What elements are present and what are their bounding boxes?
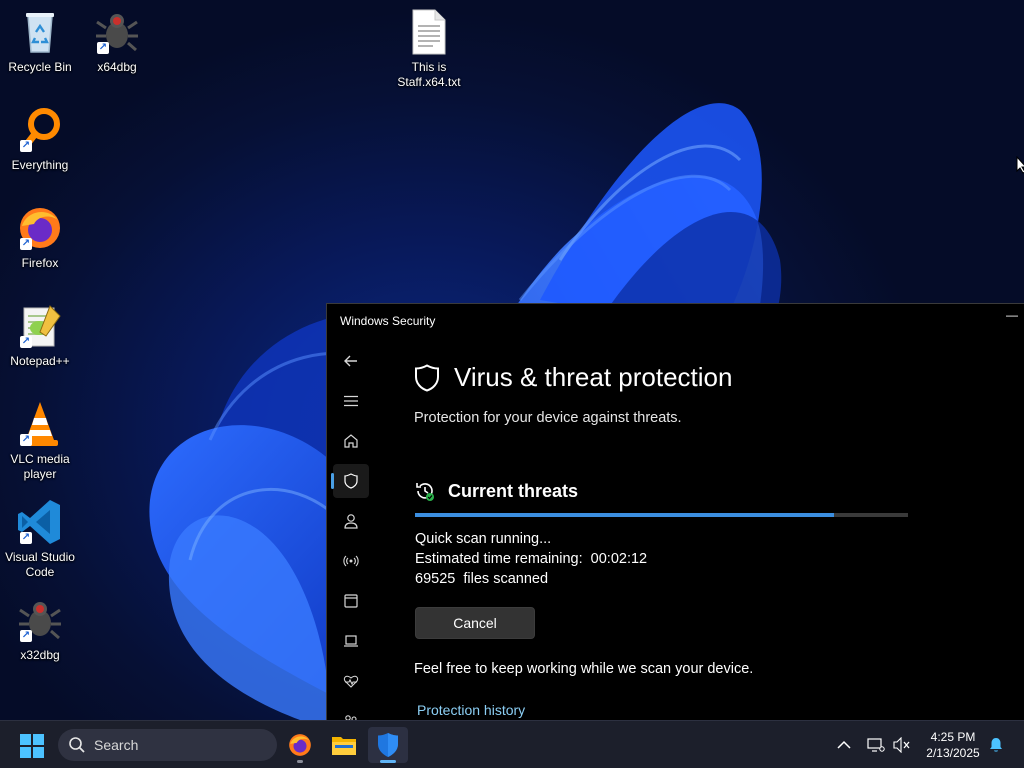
bug-icon: ↗ — [16, 596, 64, 644]
taskbar-clock[interactable]: 4:25 PM 2/13/2025 — [920, 729, 986, 761]
firefox-icon — [289, 734, 311, 756]
show-hidden-icons-button[interactable] — [834, 735, 854, 755]
notifications-button[interactable] — [986, 735, 1006, 755]
nav-virus-threat-protection[interactable] — [331, 464, 369, 498]
volume-muted-icon — [893, 737, 910, 753]
nav-home[interactable] — [333, 424, 369, 458]
window-title: Windows Security — [340, 314, 436, 328]
minimize-button[interactable]: — — [1002, 308, 1022, 326]
nav-device-security[interactable] — [333, 624, 369, 658]
vlc-cone-icon: ↗ — [16, 400, 64, 448]
notepad-plus-plus-icon: ↗ — [16, 302, 64, 350]
search-icon — [69, 737, 85, 753]
folder-icon — [332, 737, 356, 755]
desktop-icon-text-file[interactable]: This is Staff.x64.txt — [389, 8, 469, 90]
protection-history-link[interactable]: Protection history — [417, 702, 525, 718]
bug-icon: ↗ — [93, 8, 141, 56]
family-icon — [345, 715, 357, 720]
mouse-cursor-icon — [1016, 156, 1024, 174]
cancel-scan-button[interactable]: Cancel — [415, 607, 535, 639]
page-subtitle: Protection for your device against threa… — [414, 410, 682, 426]
nav-device-performance-health[interactable] — [333, 664, 369, 698]
desktop-icon-everything[interactable]: ↗ Everything — [0, 106, 80, 173]
back-button[interactable] — [333, 344, 369, 378]
nav-firewall-network[interactable] — [333, 544, 369, 578]
scan-files-scanned: 69525 files scanned — [415, 571, 549, 587]
vscode-icon: ↗ — [16, 498, 64, 546]
desktop-icon-x32dbg[interactable]: ↗ x32dbg — [0, 596, 80, 663]
windows-security-window: Windows Security — Virus & threat protec… — [326, 303, 1024, 720]
desktop-icon-vlc[interactable]: ↗ VLC media player — [0, 400, 80, 482]
running-indicator — [297, 760, 303, 763]
account-icon — [344, 514, 358, 529]
volume-button[interactable] — [892, 735, 912, 755]
taskbar: Search 4:25 PM 2/13/2025 — [0, 720, 1024, 768]
windows-logo-icon — [20, 734, 44, 758]
nav-account-protection[interactable] — [333, 504, 369, 538]
clock-time: 4:25 PM — [930, 730, 976, 744]
start-button[interactable] — [20, 734, 44, 758]
windows-security-shield-icon — [378, 733, 398, 757]
home-icon — [344, 434, 358, 448]
page-title: Virus & threat protection — [454, 362, 733, 392]
nav-rail — [327, 344, 371, 720]
taskbar-app-file-explorer[interactable] — [324, 727, 364, 763]
scan-progress-bar — [415, 513, 908, 517]
shield-icon — [344, 473, 358, 489]
bell-icon — [990, 738, 1002, 752]
taskbar-app-windows-security[interactable] — [368, 727, 408, 763]
current-threats-header: Current threats — [414, 480, 578, 502]
scan-status-text: Quick scan running... — [415, 531, 552, 547]
scan-history-icon — [416, 483, 434, 501]
desktop-icon-notepad-plus-plus[interactable]: ↗ Notepad++ — [0, 302, 80, 369]
shortcut-arrow-icon: ↗ — [97, 42, 109, 54]
shortcut-arrow-icon: ↗ — [20, 532, 32, 544]
network-icon — [343, 555, 359, 567]
desktop-icon-vscode[interactable]: ↗ Visual Studio Code — [0, 498, 80, 580]
clock-date: 2/13/2025 — [926, 746, 980, 760]
nav-app-browser-control[interactable] — [333, 584, 369, 618]
chevron-up-icon — [837, 740, 851, 749]
hamburger-menu-icon — [344, 395, 358, 407]
scan-progress-fill — [415, 513, 835, 517]
menu-button[interactable] — [333, 384, 369, 418]
shield-icon — [415, 363, 439, 392]
network-monitor-icon — [867, 738, 885, 752]
desktop-icon-x64dbg[interactable]: ↗ x64dbg — [77, 8, 157, 75]
firefox-icon: ↗ — [16, 204, 64, 252]
nav-family-options[interactable] — [333, 704, 369, 720]
magnifier-icon: ↗ — [16, 106, 64, 154]
running-indicator — [380, 760, 396, 763]
shortcut-arrow-icon: ↗ — [20, 630, 32, 642]
taskbar-app-firefox[interactable] — [280, 727, 320, 763]
scan-time-remaining: Estimated time remaining: 00:02:12 — [415, 551, 648, 567]
app-browser-icon — [344, 594, 358, 608]
network-status-button[interactable] — [866, 735, 886, 755]
desktop-icon-recycle-bin[interactable]: Recycle Bin — [0, 8, 80, 75]
shortcut-arrow-icon: ↗ — [20, 238, 32, 250]
shortcut-arrow-icon: ↗ — [20, 336, 32, 348]
section-title: Current threats — [448, 480, 579, 501]
device-health-icon — [343, 675, 359, 688]
back-arrow-icon — [344, 355, 357, 367]
search-label: Search — [94, 737, 139, 753]
taskbar-search-box[interactable]: Search — [58, 729, 277, 761]
page-header: Virus & threat protection — [414, 362, 732, 393]
info-text: Feel free to keep working while we scan … — [414, 661, 754, 677]
recycle-bin-icon — [16, 8, 64, 56]
device-security-icon — [344, 635, 358, 647]
text-file-icon — [405, 8, 453, 56]
desktop-icon-firefox[interactable]: ↗ Firefox — [0, 204, 80, 271]
shortcut-arrow-icon: ↗ — [20, 434, 32, 446]
scan-status: Quick scan running... Estimated time rem… — [415, 529, 647, 589]
shortcut-arrow-icon: ↗ — [20, 140, 32, 152]
